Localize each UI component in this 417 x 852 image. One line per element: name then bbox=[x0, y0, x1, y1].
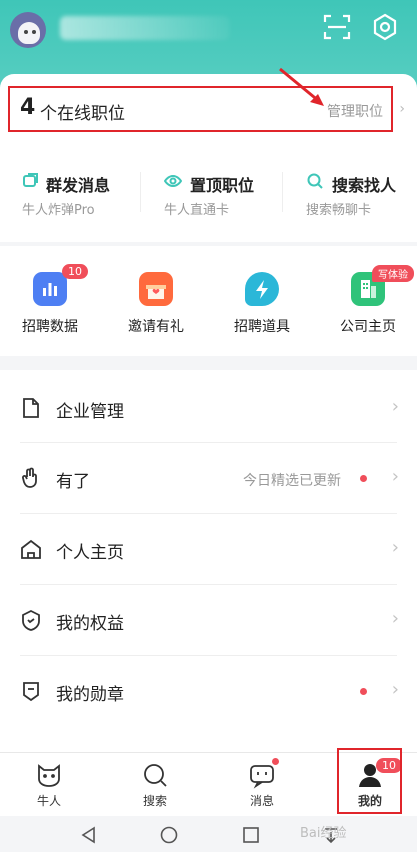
menu-status: 今日精选已更新 bbox=[243, 473, 341, 489]
tab-search[interactable]: 搜索 bbox=[125, 760, 185, 809]
tab-label: 搜索 bbox=[142, 794, 167, 808]
company-page-badge: 写体验 bbox=[372, 265, 414, 282]
tab-label: 牛人 bbox=[36, 794, 61, 808]
tool-recruit-data[interactable]: 招聘数据 bbox=[10, 272, 90, 336]
manage-positions-link[interactable]: 管理职位 bbox=[327, 101, 383, 121]
feature-search-people[interactable]: 搜索找人 搜索畅聊卡 bbox=[306, 168, 411, 218]
scan-icon[interactable] bbox=[322, 12, 352, 42]
lightning-icon bbox=[245, 272, 279, 306]
blurred-username bbox=[60, 16, 230, 40]
recruit-data-badge: 10 bbox=[62, 264, 88, 279]
feature-sub: 搜索畅聊卡 bbox=[306, 203, 372, 218]
feature-title: 群发消息 bbox=[46, 176, 111, 195]
message-icon bbox=[23, 173, 38, 187]
menu-item-medals[interactable]: 我的勋章 › bbox=[0, 656, 417, 726]
menu-item-youle[interactable]: 有了 今日精选已更新 › bbox=[0, 443, 417, 513]
menu-label: 我的权益 bbox=[56, 614, 124, 634]
tool-invite-gift[interactable]: 邀请有礼 bbox=[116, 272, 196, 336]
chevron-right-icon: › bbox=[399, 101, 405, 117]
tool-label: 招聘数据 bbox=[22, 319, 78, 335]
highlight-box bbox=[337, 748, 402, 814]
menu-item-benefits[interactable]: 我的权益 › bbox=[0, 585, 417, 655]
hand-icon bbox=[22, 467, 37, 488]
file-icon bbox=[23, 398, 39, 418]
tool-label: 招聘道具 bbox=[234, 319, 290, 335]
cat-icon bbox=[38, 764, 60, 787]
feature-broadcast[interactable]: 群发消息 牛人炸弹Pro bbox=[22, 168, 132, 218]
menu-label: 个人主页 bbox=[56, 543, 124, 563]
chart-icon bbox=[33, 272, 67, 306]
tool-recruit-props[interactable]: 招聘道具 bbox=[222, 272, 302, 336]
menu-item-homepage[interactable]: 个人主页 › bbox=[0, 514, 417, 584]
feature-title: 置顶职位 bbox=[190, 176, 255, 195]
unread-dot bbox=[272, 758, 279, 765]
back-icon[interactable] bbox=[80, 826, 98, 844]
menu-label: 企业管理 bbox=[56, 402, 124, 422]
system-nav-bar bbox=[0, 816, 417, 852]
chevron-right-icon: › bbox=[391, 396, 399, 417]
home-button-icon[interactable] bbox=[160, 826, 178, 844]
settings-icon[interactable] bbox=[370, 12, 400, 42]
recents-icon[interactable] bbox=[242, 826, 260, 844]
chevron-right-icon: › bbox=[391, 466, 399, 487]
chevron-right-icon: › bbox=[391, 679, 399, 700]
feature-title: 搜索找人 bbox=[332, 176, 397, 195]
search-icon bbox=[144, 764, 167, 787]
chevron-right-icon: › bbox=[391, 608, 399, 629]
home-icon bbox=[21, 539, 41, 559]
feature-sub: 牛人直通卡 bbox=[164, 203, 230, 218]
avatar[interactable] bbox=[10, 12, 46, 48]
chat-icon bbox=[250, 765, 274, 789]
watermark: Bai经验 bbox=[300, 826, 347, 841]
tab-talent[interactable]: 牛人 bbox=[19, 760, 79, 809]
menu-label: 有了 bbox=[56, 472, 90, 492]
menu-item-enterprise[interactable]: 企业管理 › bbox=[0, 373, 417, 443]
online-positions-label: 个在线职位 bbox=[40, 104, 125, 124]
unread-dot bbox=[360, 475, 367, 482]
tab-messages[interactable]: 消息 bbox=[232, 758, 292, 809]
shield-icon bbox=[22, 609, 40, 631]
chevron-right-icon: › bbox=[391, 537, 399, 558]
tool-label: 公司主页 bbox=[340, 319, 396, 335]
annotation-arrow-icon bbox=[279, 67, 324, 106]
tab-label: 消息 bbox=[249, 794, 274, 808]
unread-dot bbox=[360, 688, 367, 695]
gift-icon bbox=[139, 272, 173, 306]
menu-label: 我的勋章 bbox=[56, 685, 124, 705]
eye-icon bbox=[164, 174, 182, 188]
search-icon bbox=[307, 173, 323, 189]
feature-pin-position[interactable]: 置顶职位 牛人直通卡 bbox=[164, 168, 274, 218]
medal-icon bbox=[23, 682, 39, 702]
tool-label: 邀请有礼 bbox=[128, 319, 184, 335]
feature-sub: 牛人炸弹Pro bbox=[22, 203, 95, 218]
online-positions-count: 4 bbox=[20, 95, 36, 120]
